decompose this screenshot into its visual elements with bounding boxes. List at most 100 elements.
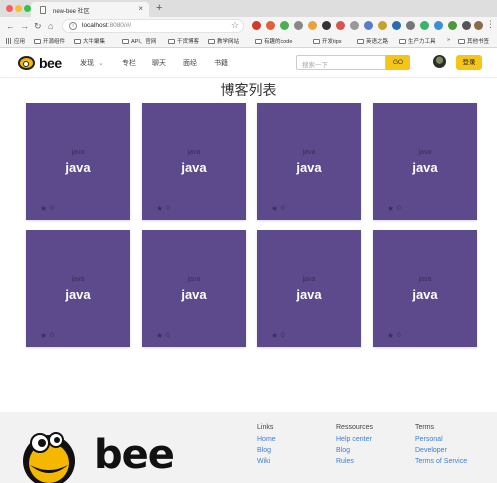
reload-icon[interactable]: ↻	[34, 20, 42, 32]
footer-link[interactable]: Developer	[415, 445, 467, 456]
address-bar[interactable]: i localhost:8080/#/ ☆	[62, 19, 244, 33]
home-icon[interactable]: ⌂	[48, 20, 53, 32]
profile-icon[interactable]	[474, 21, 483, 30]
blog-card[interactable]: java java ★ 0	[142, 103, 246, 220]
card-title[interactable]: java	[373, 160, 477, 175]
card-likes[interactable]: ★ 0	[271, 204, 285, 213]
card-likes[interactable]: ★ 0	[387, 204, 401, 213]
maximize-window-button[interactable]	[24, 5, 31, 12]
nav-item-books[interactable]: 书籍	[214, 58, 228, 68]
extension-icon[interactable]	[350, 21, 359, 30]
like-count: 0	[397, 332, 401, 339]
card-likes[interactable]: ★ 0	[40, 204, 54, 213]
bookmark-item[interactable]: 其他书签	[458, 37, 489, 45]
footer-link[interactable]: Terms of Service	[415, 456, 467, 467]
like-count: 0	[397, 205, 401, 212]
bookmark-item[interactable]: 教学网站	[208, 37, 239, 45]
footer-column: Links Home Blog Wiki	[257, 424, 276, 467]
blog-card[interactable]: java java ★ 0	[257, 103, 361, 220]
extension-icon[interactable]	[308, 21, 317, 30]
card-likes[interactable]: ★ 0	[40, 331, 54, 340]
extension-icon[interactable]	[266, 21, 275, 30]
nav-item-discover[interactable]: 发现 ⌄	[80, 58, 104, 68]
bookmark-item[interactable]: »	[447, 37, 450, 43]
card-title[interactable]: java	[373, 287, 477, 302]
nav-item-column[interactable]: 专栏	[122, 58, 136, 68]
nav-item-interview[interactable]: 面经	[183, 58, 197, 68]
extension-icon[interactable]	[406, 21, 415, 30]
blog-card[interactable]: java java ★ 0	[373, 103, 477, 220]
extension-icon[interactable]	[364, 21, 373, 30]
search-button[interactable]: GO	[386, 55, 410, 70]
footer-link[interactable]: Rules	[336, 456, 373, 467]
bookmark-item[interactable]: 大牛聚集	[74, 37, 105, 45]
extension-icon[interactable]	[252, 21, 261, 30]
tab-close-button[interactable]: ×	[138, 4, 143, 13]
site-logo[interactable]: bee	[18, 55, 62, 71]
blog-card[interactable]: java java ★ 0	[257, 230, 361, 347]
extension-icon[interactable]	[322, 21, 331, 30]
minimize-window-button[interactable]	[15, 5, 22, 12]
card-title[interactable]: java	[26, 287, 130, 302]
card-likes[interactable]: ★ 0	[156, 331, 170, 340]
card-title[interactable]: java	[26, 160, 130, 175]
footer-link[interactable]: Home	[257, 434, 276, 445]
extension-icon[interactable]	[420, 21, 429, 30]
blog-card[interactable]: java java ★ 0	[26, 103, 130, 220]
bookmark-item[interactable]: API、官网	[122, 37, 156, 45]
browser-tab[interactable]: new-bee 社区 ×	[31, 2, 149, 17]
star-icon: ★	[387, 331, 395, 340]
card-likes[interactable]: ★ 0	[156, 204, 170, 213]
extension-icon[interactable]	[434, 21, 443, 30]
footer-heading: Terms	[415, 424, 435, 431]
logo-text: bee	[39, 55, 62, 71]
footer-link[interactable]: Blog	[336, 445, 373, 456]
bookmark-item[interactable]: 开发tips	[313, 37, 342, 45]
extension-icon[interactable]	[448, 21, 457, 30]
bookmark-item[interactable]: 有趣的code	[255, 37, 292, 45]
blog-card[interactable]: java java ★ 0	[373, 230, 477, 347]
bookmark-item[interactable]: 生产力工具	[399, 37, 436, 45]
page-icon	[40, 6, 46, 14]
extension-icon[interactable]	[280, 21, 289, 30]
card-likes[interactable]: ★ 0	[387, 331, 401, 340]
login-button[interactable]: 登录	[456, 55, 482, 70]
footer-link[interactable]: Blog	[257, 445, 276, 456]
info-icon[interactable]: i	[69, 22, 77, 30]
bookmark-star-icon[interactable]: ☆	[231, 20, 239, 31]
back-arrow-icon[interactable]: ←	[6, 20, 15, 32]
bookmark-label: 有趣的code	[264, 39, 293, 45]
card-title[interactable]: java	[142, 287, 246, 302]
bookmark-label: 生产力工具	[408, 39, 436, 45]
footer-link[interactable]: Help center	[336, 434, 373, 445]
forward-arrow-icon[interactable]: →	[20, 20, 29, 32]
blog-card[interactable]: java java ★ 0	[142, 230, 246, 347]
extension-icon[interactable]	[336, 21, 345, 30]
card-likes[interactable]: ★ 0	[271, 331, 285, 340]
bookmark-item[interactable]: 英语之路	[357, 37, 388, 45]
card-title[interactable]: java	[142, 160, 246, 175]
bookmark-label: 其他书签	[467, 39, 490, 45]
extension-icon[interactable]	[294, 21, 303, 30]
extension-icon[interactable]	[462, 21, 471, 30]
card-title[interactable]: java	[257, 287, 361, 302]
search-input[interactable]: 搜索一下	[296, 55, 386, 70]
extension-icon[interactable]	[392, 21, 401, 30]
bookmark-label: 教学网站	[217, 39, 240, 45]
avatar[interactable]	[433, 55, 446, 68]
card-title[interactable]: java	[257, 160, 361, 175]
close-window-button[interactable]	[6, 5, 13, 12]
bookmark-item[interactable]: 开源组件	[34, 37, 65, 45]
footer-link[interactable]: Personal	[415, 434, 467, 445]
new-tab-button[interactable]: +	[156, 1, 162, 15]
blog-card[interactable]: java java ★ 0	[26, 230, 130, 347]
extension-icon[interactable]	[378, 21, 387, 30]
star-icon: ★	[271, 331, 279, 340]
nav-item-chat[interactable]: 聊天	[152, 58, 166, 68]
footer-link[interactable]: Wiki	[257, 456, 276, 467]
bookmark-item[interactable]: 应用	[6, 37, 25, 45]
folder-icon	[313, 38, 320, 44]
more-menu-icon[interactable]: ⋮	[486, 19, 495, 30]
bookmark-item[interactable]: 干货博客	[168, 37, 199, 45]
site-header: bee 发现 ⌄ 专栏 聊天 面经 书籍 搜索一下 GO 登录	[0, 49, 497, 78]
